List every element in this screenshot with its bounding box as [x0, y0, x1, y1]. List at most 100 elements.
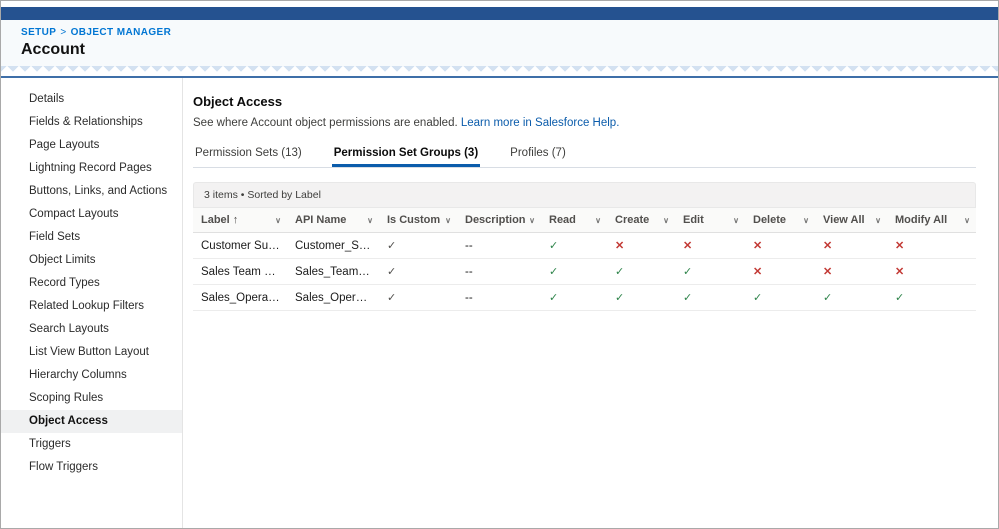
permission-cross-icon: ✕ — [895, 240, 904, 252]
sidebar-item-fields-relationships[interactable]: Fields & Relationships — [1, 111, 182, 134]
chevron-down-icon[interactable]: ∨ — [445, 216, 451, 225]
sidebar-item-compact-layouts[interactable]: Compact Layouts — [1, 203, 182, 226]
row-description: -- — [457, 285, 541, 311]
object-manager-sidebar: DetailsFields & RelationshipsPage Layout… — [1, 78, 183, 528]
row-permission-create: ✓ — [607, 285, 675, 311]
row-permission-create: ✓ — [607, 259, 675, 285]
column-header-api-name[interactable]: API Name∨ — [287, 208, 379, 233]
chevron-down-icon[interactable]: ∨ — [964, 216, 970, 225]
row-description: -- — [457, 233, 541, 259]
chevron-down-icon[interactable]: ∨ — [733, 216, 739, 225]
row-permission-create: ✕ — [607, 233, 675, 259]
row-permission-edit: ✓ — [675, 285, 745, 311]
permission-check-icon: ✓ — [823, 292, 832, 304]
column-header-label: View All — [823, 214, 865, 226]
table-row: Sales_Operatio...Sales_Operatio...✓--✓✓✓… — [193, 285, 976, 311]
column-header-modify-all[interactable]: Modify All∨ — [887, 208, 976, 233]
column-header-edit[interactable]: Edit ∨ — [675, 208, 745, 233]
sidebar-item-field-sets[interactable]: Field Sets — [1, 226, 182, 249]
permission-check-icon: ✓ — [683, 266, 692, 278]
column-header-label: Description — [465, 214, 526, 226]
column-header-inner: Edit ∨ — [683, 214, 739, 226]
permission-check-icon: ✓ — [549, 240, 558, 252]
permission-check-icon: ✓ — [615, 292, 624, 304]
column-header-label: Create — [615, 214, 649, 226]
row-permission-delete: ✓ — [745, 285, 815, 311]
row-permission-read: ✓ — [541, 233, 607, 259]
permission-cross-icon: ✕ — [823, 240, 832, 252]
sidebar-item-search-layouts[interactable]: Search Layouts — [1, 318, 182, 341]
is-custom-check-icon: ✓ — [387, 240, 396, 252]
sidebar-item-triggers[interactable]: Triggers — [1, 433, 182, 456]
decorative-zigzag-band — [1, 66, 998, 78]
global-header-bar — [1, 7, 998, 20]
sidebar-item-record-types[interactable]: Record Types — [1, 272, 182, 295]
column-header-description[interactable]: Description∨ — [457, 208, 541, 233]
chevron-down-icon[interactable]: ∨ — [275, 216, 281, 225]
breadcrumb: SETUP>OBJECT MANAGER — [21, 27, 978, 38]
column-header-inner: Create ∨ — [615, 214, 669, 226]
chevron-down-icon[interactable]: ∨ — [529, 216, 535, 225]
section-description: See where Account object permissions are… — [193, 117, 976, 129]
row-permission-delete: ✕ — [745, 233, 815, 259]
column-header-label[interactable]: Label ↑∨ — [193, 208, 287, 233]
row-permission-view_all: ✓ — [815, 285, 887, 311]
column-header-read[interactable]: Read ∨ — [541, 208, 607, 233]
tab-permission-sets-13[interactable]: Permission Sets (13) — [193, 145, 304, 167]
page-body: DetailsFields & RelationshipsPage Layout… — [1, 78, 998, 528]
page-title: Account — [21, 41, 978, 59]
sidebar-item-object-access[interactable]: Object Access — [1, 410, 182, 433]
sidebar-item-list-view-button-layout[interactable]: List View Button Layout — [1, 341, 182, 364]
row-permission-view_all: ✕ — [815, 259, 887, 285]
permission-check-icon: ✓ — [615, 266, 624, 278]
permission-cross-icon: ✕ — [753, 266, 762, 278]
row-api-name: Sales_Team_M... — [287, 259, 379, 285]
sidebar-item-object-limits[interactable]: Object Limits — [1, 249, 182, 272]
row-permission-delete: ✕ — [745, 259, 815, 285]
column-header-label: Read — [549, 214, 576, 226]
chevron-down-icon[interactable]: ∨ — [875, 216, 881, 225]
chevron-down-icon[interactable]: ∨ — [663, 216, 669, 225]
row-label-link[interactable]: Customer Sup... — [193, 233, 287, 259]
sidebar-item-buttons-links-and-actions[interactable]: Buttons, Links, and Actions — [1, 180, 182, 203]
row-permission-read: ✓ — [541, 259, 607, 285]
tab-profiles-7[interactable]: Profiles (7) — [508, 145, 568, 167]
column-header-is-custom[interactable]: Is Custom∨ — [379, 208, 457, 233]
sidebar-item-scoping-rules[interactable]: Scoping Rules — [1, 387, 182, 410]
sidebar-item-flow-triggers[interactable]: Flow Triggers — [1, 456, 182, 479]
permission-check-icon: ✓ — [549, 266, 558, 278]
permission-cross-icon: ✕ — [753, 240, 762, 252]
sidebar-item-hierarchy-columns[interactable]: Hierarchy Columns — [1, 364, 182, 387]
table-summary: 3 items • Sorted by Label — [193, 182, 976, 207]
row-label-link[interactable]: Sales Team Me... — [193, 259, 287, 285]
sidebar-item-lightning-record-pages[interactable]: Lightning Record Pages — [1, 157, 182, 180]
column-header-view-all[interactable]: View All ∨ — [815, 208, 887, 233]
permission-cross-icon: ✕ — [823, 266, 832, 278]
permission-cross-icon: ✕ — [615, 240, 624, 252]
column-header-delete[interactable]: Delete∨ — [745, 208, 815, 233]
column-header-label: Edit — [683, 214, 704, 226]
permission-check-icon: ✓ — [683, 292, 692, 304]
chevron-down-icon[interactable]: ∨ — [367, 216, 373, 225]
tab-permission-set-groups-3[interactable]: Permission Set Groups (3) — [332, 145, 480, 167]
sidebar-item-details[interactable]: Details — [1, 88, 182, 111]
sidebar-item-page-layouts[interactable]: Page Layouts — [1, 134, 182, 157]
column-header-inner: API Name∨ — [295, 214, 373, 226]
row-label-link[interactable]: Sales_Operatio... — [193, 285, 287, 311]
row-api-name: Customer_Sup... — [287, 233, 379, 259]
breadcrumb-item-setup[interactable]: SETUP — [21, 27, 56, 38]
chevron-down-icon[interactable]: ∨ — [803, 216, 809, 225]
permission-cross-icon: ✕ — [683, 240, 692, 252]
chevron-down-icon[interactable]: ∨ — [595, 216, 601, 225]
help-link[interactable]: Learn more in Salesforce Help. — [461, 117, 620, 129]
row-is-custom: ✓ — [379, 259, 457, 285]
column-header-create[interactable]: Create ∨ — [607, 208, 675, 233]
breadcrumb-item-object-manager[interactable]: OBJECT MANAGER — [71, 27, 172, 38]
sidebar-item-related-lookup-filters[interactable]: Related Lookup Filters — [1, 295, 182, 318]
setup-page-header: SETUP>OBJECT MANAGER Account — [1, 20, 998, 66]
column-header-inner: Is Custom∨ — [387, 214, 451, 226]
row-permission-modify_all: ✕ — [887, 233, 976, 259]
is-custom-check-icon: ✓ — [387, 292, 396, 304]
row-permission-modify_all: ✓ — [887, 285, 976, 311]
main-content: Object Access See where Account object p… — [183, 78, 998, 528]
